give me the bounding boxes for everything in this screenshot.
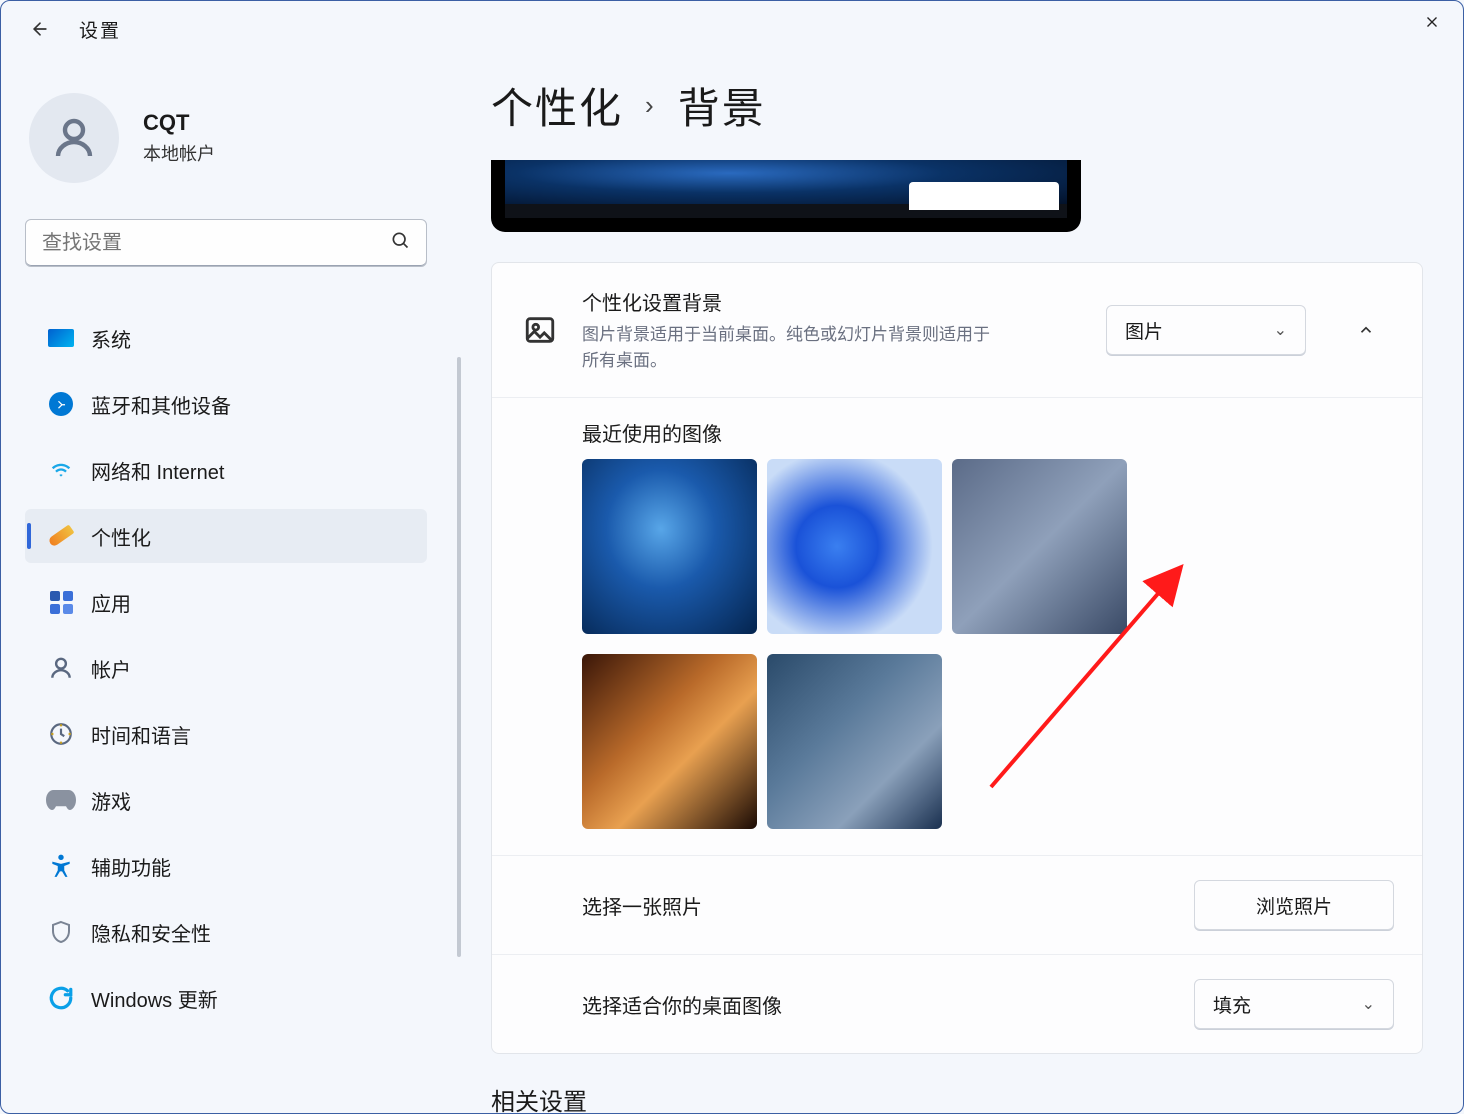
nav-apps[interactable]: 应用 [25,575,427,629]
breadcrumb-parent[interactable]: 个性化 [491,75,623,136]
nav-windows-update[interactable]: Windows 更新 [25,971,427,1025]
desktop-preview [491,160,1081,232]
nav-label: 辅助功能 [91,852,171,881]
search-box[interactable] [25,219,427,267]
brush-icon [41,531,81,541]
fit-label: 选择适合你的桌面图像 [582,990,1172,1019]
nav-label: 应用 [91,588,131,617]
nav-accessibility[interactable]: 辅助功能 [25,839,427,893]
picture-icon [520,310,560,350]
personalize-subtitle: 图片背景适用于当前桌面。纯色或幻灯片背景则适用于所有桌面。 [582,322,1002,373]
gamepad-icon [41,789,81,811]
nav-label: Windows 更新 [91,984,218,1013]
search-input[interactable] [42,232,390,255]
account-block[interactable]: CQT 本地帐户 [29,93,461,183]
preview-window [909,182,1059,210]
nav-label: 隐私和安全性 [91,918,211,947]
recent-thumb-1[interactable] [582,459,757,634]
wifi-icon [41,460,81,480]
nav-label: 帐户 [91,654,131,683]
update-icon [41,985,81,1011]
account-type: 本地帐户 [143,140,215,166]
accessibility-icon [41,853,81,879]
avatar [29,93,119,183]
nav-label: 蓝牙和其他设备 [91,390,231,419]
nav-label: 个性化 [91,522,151,551]
recent-thumb-4[interactable] [582,654,757,829]
recent-thumbs [582,459,1394,829]
recent-title: 最近使用的图像 [582,418,1394,447]
chevron-right-icon: › [645,90,656,121]
nav-label: 网络和 Internet [91,456,224,485]
clock-icon [41,721,81,747]
nav-gaming[interactable]: 游戏 [25,773,427,827]
close-button[interactable] [1423,11,1441,37]
search-icon [390,230,410,256]
browse-photo-button[interactable]: 浏览照片 [1194,880,1394,930]
chevron-down-icon: ⌄ [1274,320,1287,340]
account-icon [41,655,81,681]
fit-dropdown[interactable]: 填充 ⌄ [1194,979,1394,1029]
layout: CQT 本地帐户 系统 ᚛ 蓝牙和其他设备 网络和 In [1,57,1463,1113]
main-content: 个性化 › 背景 个性化设置背景 图片背景适用于当前桌面。纯色或幻灯片背景则适用… [461,57,1463,1113]
breadcrumb: 个性化 › 背景 [491,75,1423,136]
nav-personalization[interactable]: 个性化 [25,509,427,563]
system-icon [41,329,81,347]
titlebar: 设置 [1,1,1463,57]
sidebar: CQT 本地帐户 系统 ᚛ 蓝牙和其他设备 网络和 In [1,57,461,1113]
chevron-down-icon: ⌄ [1362,994,1375,1014]
recent-images-block: 最近使用的图像 [492,397,1422,855]
nav-network[interactable]: 网络和 Internet [25,443,427,497]
dropdown-value: 图片 [1125,317,1163,344]
nav-label: 游戏 [91,786,131,815]
collapse-button[interactable] [1338,302,1394,358]
background-type-dropdown[interactable]: 图片 ⌄ [1106,305,1306,355]
recent-thumb-5[interactable] [767,654,942,829]
recent-thumb-2[interactable] [767,459,942,634]
personalize-title: 个性化设置背景 [582,287,1084,316]
nav-privacy[interactable]: 隐私和安全性 [25,905,427,959]
nav-bluetooth[interactable]: ᚛ 蓝牙和其他设备 [25,377,427,431]
nav-time-language[interactable]: 时间和语言 [25,707,427,761]
fit-row: 选择适合你的桌面图像 填充 ⌄ [492,954,1422,1053]
choose-photo-label: 选择一张照片 [582,891,1172,920]
choose-photo-row: 选择一张照片 浏览照片 [492,855,1422,954]
dropdown-value: 填充 [1213,991,1251,1018]
nav: 系统 ᚛ 蓝牙和其他设备 网络和 Internet 个性化 应用 [25,311,461,1025]
nav-system[interactable]: 系统 [25,311,427,365]
recent-thumb-3[interactable] [952,459,1127,634]
back-button[interactable] [21,10,59,48]
shield-icon [41,919,81,945]
nav-accounts[interactable]: 帐户 [25,641,427,695]
related-heading: 相关设置 [491,1082,1423,1113]
breadcrumb-current: 背景 [678,75,766,136]
window-title: 设置 [79,16,121,43]
background-card: 个性化设置背景 图片背景适用于当前桌面。纯色或幻灯片背景则适用于所有桌面。 图片… [491,262,1423,1054]
apps-icon [41,591,81,614]
account-name: CQT [143,110,215,136]
nav-label: 系统 [91,324,131,353]
bluetooth-icon: ᚛ [41,392,81,416]
nav-label: 时间和语言 [91,720,191,749]
preview-screen [505,160,1067,204]
personalize-row[interactable]: 个性化设置背景 图片背景适用于当前桌面。纯色或幻灯片背景则适用于所有桌面。 图片… [492,263,1422,397]
